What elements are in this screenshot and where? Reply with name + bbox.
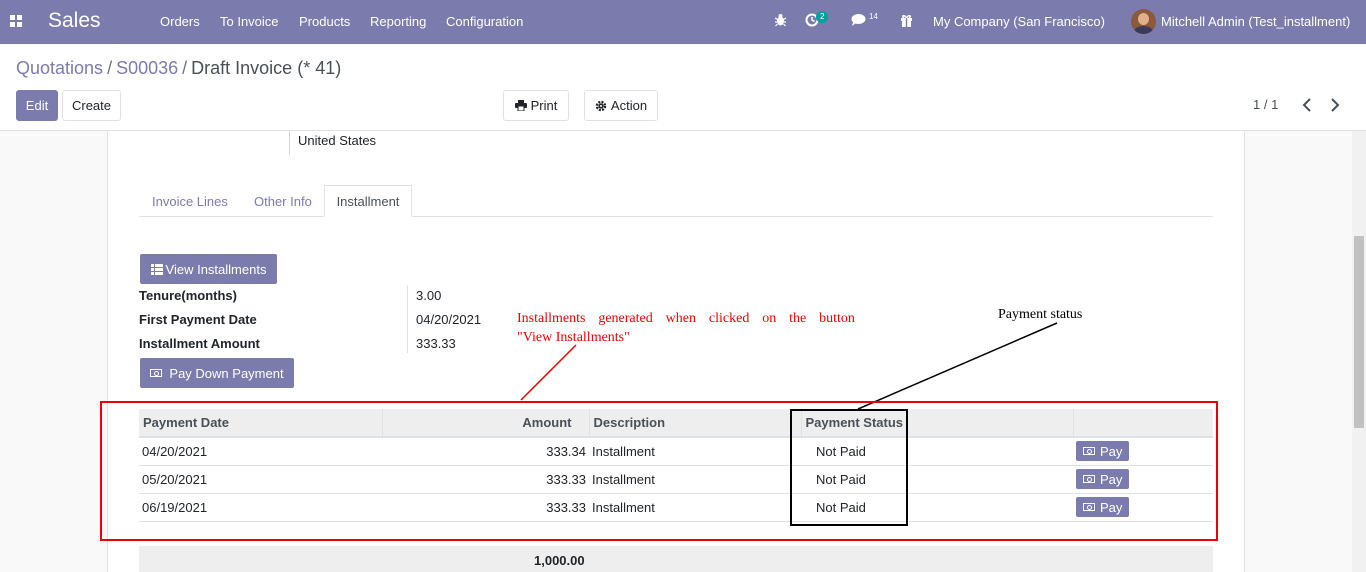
total-amount: 1,000.00 [534,553,585,568]
annotation-black-box [790,409,908,526]
red-pointer-line [520,344,577,401]
table-footer [139,546,1213,572]
annotation-red-box [100,401,1218,541]
black-pointer-line [857,322,1058,410]
